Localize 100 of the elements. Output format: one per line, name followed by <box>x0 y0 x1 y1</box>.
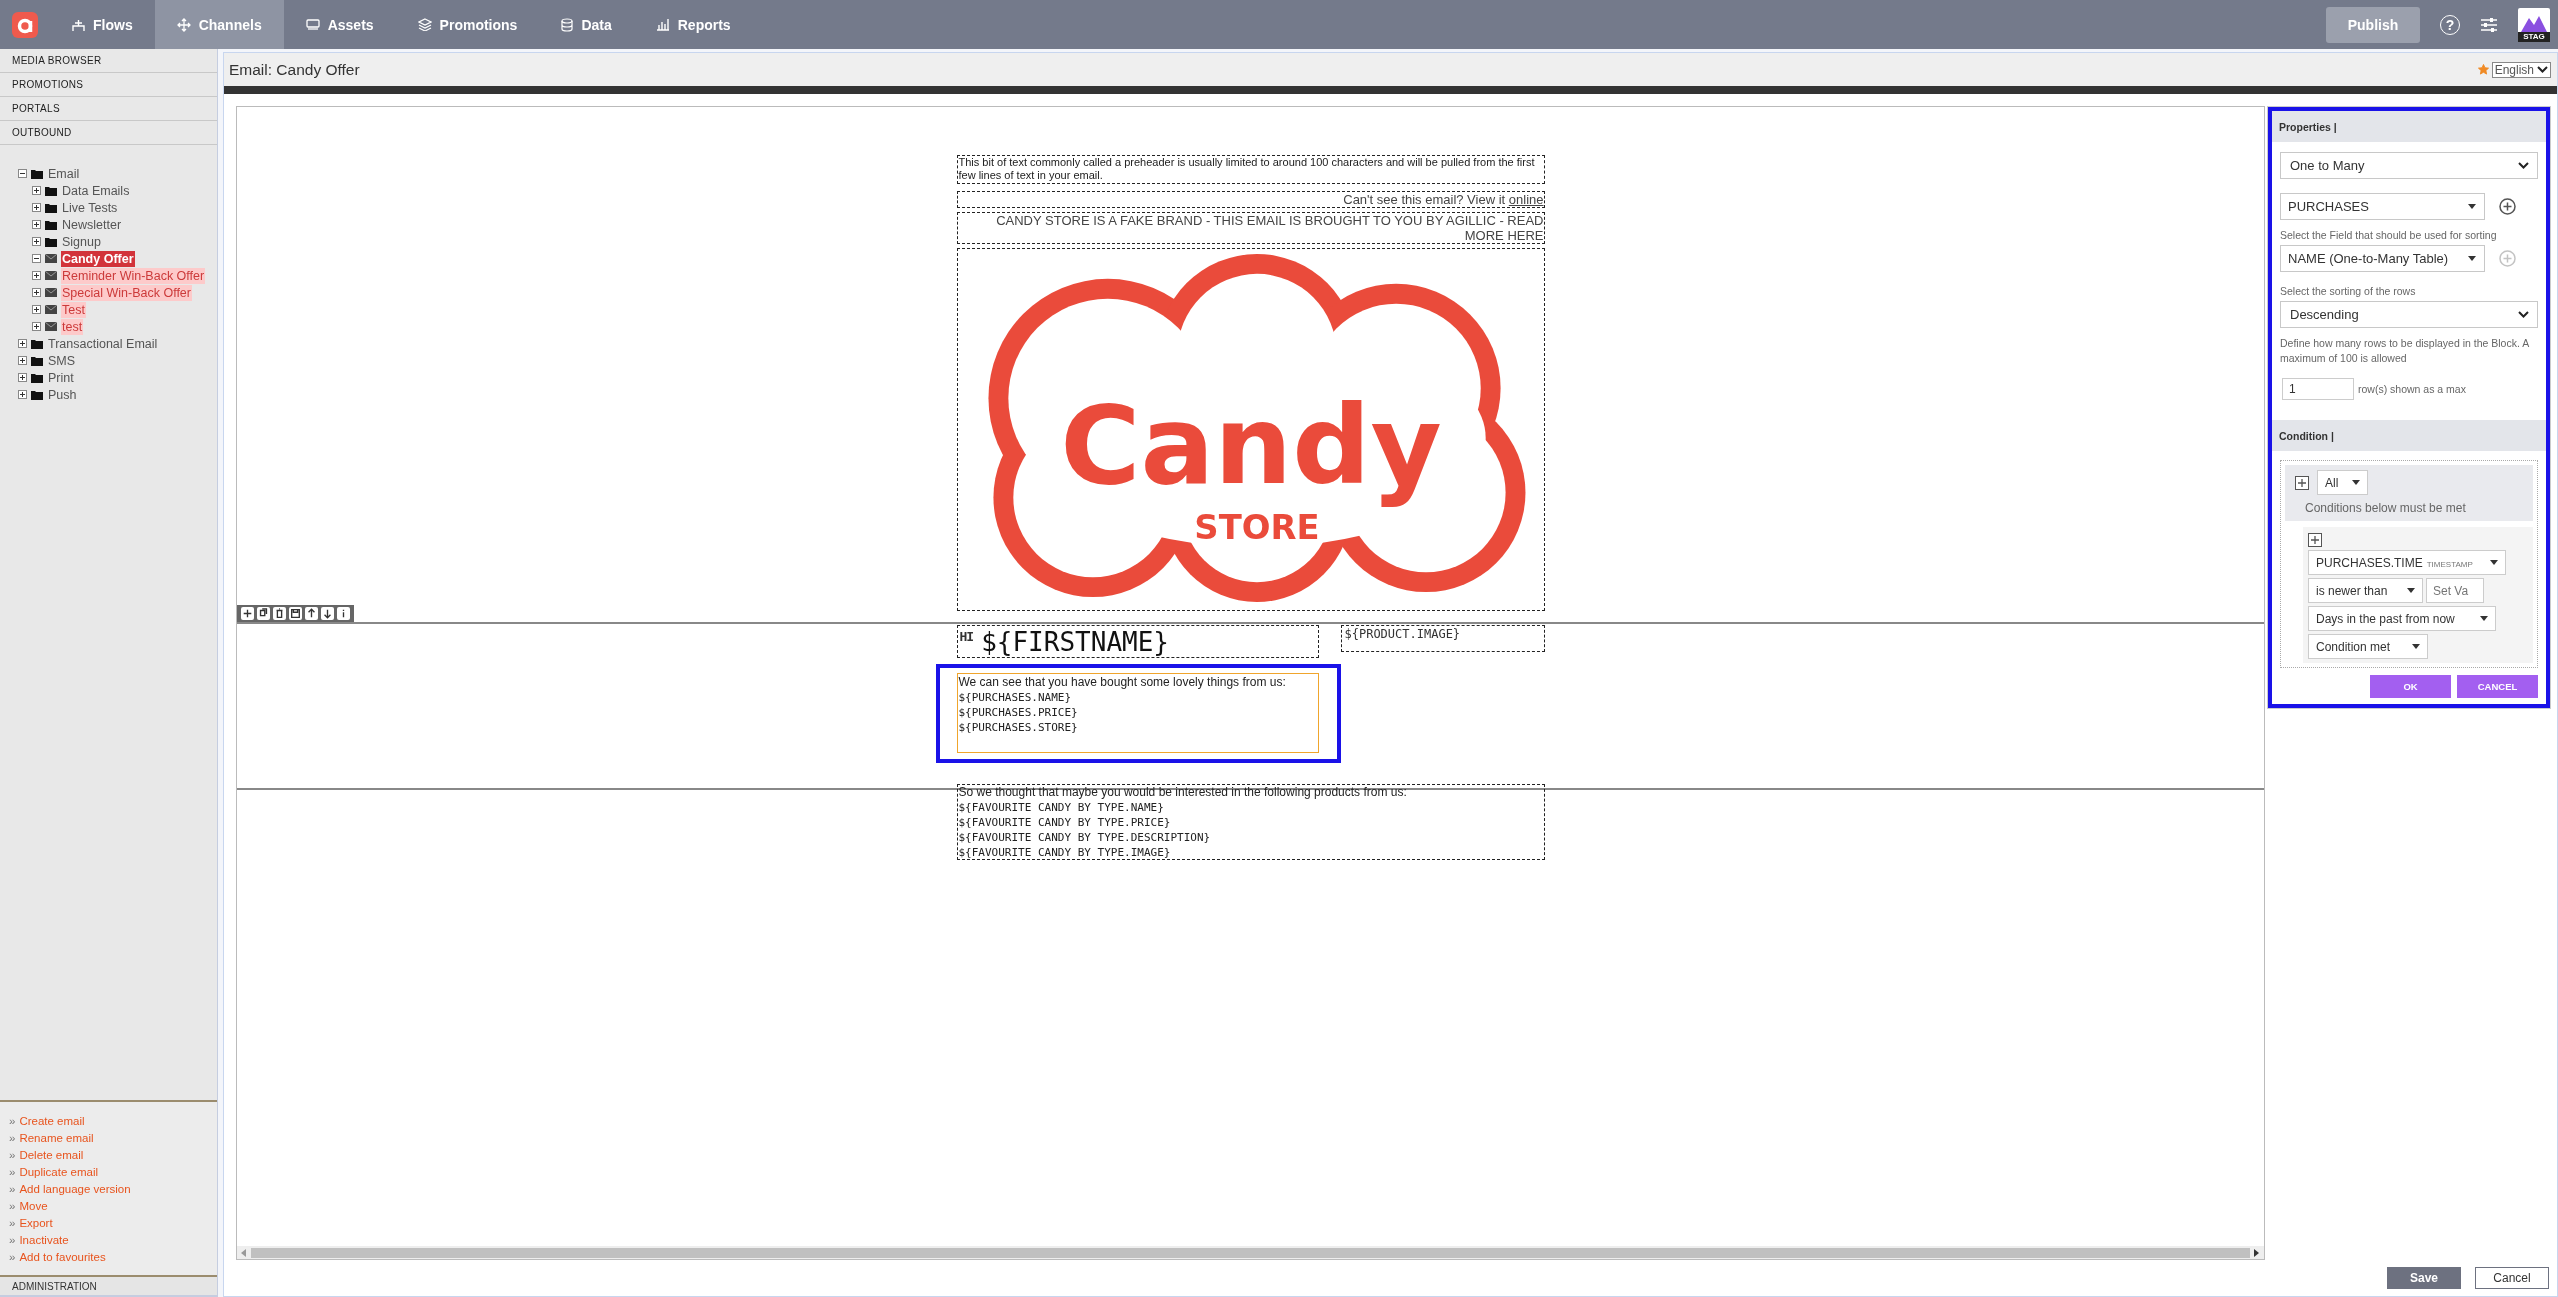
match-select[interactable]: All <box>2317 470 2369 495</box>
tree-item[interactable]: Special Win-Back Offer <box>61 284 192 301</box>
sort-order-select[interactable]: Descending <box>2280 301 2538 328</box>
tree-item[interactable]: Test <box>61 301 86 318</box>
folder-icon <box>45 185 57 196</box>
sidebar-section[interactable]: PROMOTIONS <box>0 73 217 97</box>
nav-tab[interactable]: Promotions <box>395 0 540 49</box>
collapse-icon[interactable] <box>18 169 27 178</box>
cancel-button[interactable]: CANCEL <box>2457 675 2538 698</box>
tree-item[interactable]: Data Emails <box>61 182 131 199</box>
stack-icon <box>305 18 320 31</box>
add-condition-icon[interactable] <box>2308 533 2322 547</box>
rows-input[interactable]: 1 <box>2282 378 2354 400</box>
ok-button[interactable]: OK <box>2370 675 2451 698</box>
sidebar-section[interactable]: MEDIA BROWSER <box>0 49 217 73</box>
expand-icon[interactable] <box>32 237 41 246</box>
expand-icon[interactable] <box>32 271 41 280</box>
scroll-right-icon[interactable] <box>2254 1248 2260 1257</box>
folder-icon <box>45 219 57 230</box>
info-icon[interactable] <box>337 607 350 620</box>
nav-tab[interactable]: Flows <box>50 0 155 49</box>
field-select[interactable]: PURCHASES.TIME TIMESTAMP <box>2308 550 2506 575</box>
envelope-icon <box>45 322 57 331</box>
collapse-icon[interactable] <box>32 254 41 263</box>
caret-icon <box>2490 560 2498 565</box>
language-select[interactable]: English <box>2491 61 2551 78</box>
arrow-up-icon[interactable] <box>305 607 318 620</box>
arrow-down-icon[interactable] <box>321 607 334 620</box>
expand-icon[interactable] <box>18 356 27 365</box>
merge-field: ${FAVOURITE CANDY BY TYPE.DESCRIPTION} <box>958 830 1543 845</box>
action-link[interactable]: Export <box>19 1216 53 1229</box>
online-link[interactable]: online <box>1508 192 1544 207</box>
save-icon[interactable] <box>289 607 302 620</box>
tree-item[interactable]: Signup <box>61 233 102 250</box>
expand-icon[interactable] <box>32 322 41 331</box>
relation-select[interactable]: One to Many <box>2280 152 2538 179</box>
action-link[interactable]: Delete email <box>19 1148 84 1161</box>
unit-select[interactable]: Days in the past from now <box>2308 606 2496 631</box>
expand-icon[interactable] <box>18 339 27 348</box>
expand-icon[interactable] <box>32 220 41 229</box>
sidebar-section[interactable]: ADMINISTRATION <box>0 1275 217 1297</box>
action-link[interactable]: Duplicate email <box>19 1165 99 1178</box>
result-select[interactable]: Condition met <box>2308 634 2428 659</box>
tree-item[interactable]: Reminder Win-Back Offer <box>61 267 206 284</box>
expand-icon[interactable] <box>32 288 41 297</box>
tree-item[interactable]: Newsletter <box>61 216 123 233</box>
tree-item[interactable]: Transactional Email <box>47 335 159 352</box>
tree-item[interactable]: Live Tests <box>61 199 119 216</box>
nav-tab[interactable]: Assets <box>283 0 396 49</box>
chevron-icon <box>2518 162 2529 169</box>
bullet-marker: » <box>9 1199 16 1212</box>
text-block[interactable]: We can see that you have bought some lovely things from us: ${PURCHASES.NAME} ${PURCHASES.PRICE} ${PURCHASES.STORE} <box>956 673 1319 753</box>
environment-badge[interactable]: STAG <box>2518 7 2550 42</box>
save-button[interactable]: Save <box>2387 1267 2461 1289</box>
cancel-button[interactable]: Cancel <box>2475 1267 2549 1289</box>
scrollbar[interactable] <box>237 1246 2264 1259</box>
bullet-marker: » <box>9 1148 16 1161</box>
star-icon[interactable] <box>2477 64 2489 75</box>
section-header: Condition | <box>2272 420 2546 451</box>
bullet-marker: » <box>9 1233 16 1246</box>
value-input[interactable]: Set Va <box>2426 578 2484 603</box>
table-select[interactable]: PURCHASES <box>2280 193 2485 220</box>
tree-item[interactable]: Push <box>47 386 78 403</box>
operator-select[interactable]: is newer than <box>2308 578 2423 603</box>
folder-icon <box>45 236 57 247</box>
hint-text: Select the sorting of the rows <box>2280 284 2417 299</box>
action-link[interactable]: Add language version <box>19 1182 131 1195</box>
merge-field: ${FAVOURITE CANDY BY TYPE.IMAGE} <box>958 845 1543 860</box>
action-link[interactable]: Inactivate <box>19 1233 69 1246</box>
expand-icon[interactable] <box>18 390 27 399</box>
trash-icon[interactable] <box>273 607 286 620</box>
sidebar-section[interactable]: OUTBOUND <box>0 121 217 145</box>
add-icon[interactable] <box>2499 198 2516 215</box>
caret-icon <box>2468 204 2476 209</box>
expand-icon[interactable] <box>32 203 41 212</box>
tree-item[interactable]: Candy Offer <box>61 250 135 267</box>
action-link[interactable]: Create email <box>19 1114 85 1127</box>
nav-tab[interactable]: Data <box>539 0 634 49</box>
sidebar-section[interactable]: PORTALS <box>0 97 217 121</box>
envelope-icon <box>45 271 57 280</box>
expand-icon[interactable] <box>18 373 27 382</box>
copy-icon[interactable] <box>257 607 270 620</box>
expand-icon[interactable] <box>32 305 41 314</box>
action-link[interactable]: Move <box>19 1199 48 1212</box>
action-link[interactable]: Add to favourites <box>19 1250 106 1263</box>
sort-field-select[interactable]: NAME (One-to-Many Table) <box>2280 245 2485 272</box>
expand-icon[interactable] <box>32 186 41 195</box>
add-icon[interactable] <box>241 607 254 620</box>
tree-item[interactable]: test <box>61 318 84 335</box>
tree-item[interactable]: SMS <box>47 352 77 369</box>
add-condition-icon[interactable] <box>2295 475 2309 490</box>
nav-tab[interactable]: Reports <box>633 0 753 49</box>
tree-item[interactable]: Email <box>47 165 81 182</box>
settings-icon[interactable] <box>2480 16 2498 33</box>
hint-text: Define how many rows to be displayed in the Block. A maximum of 100 is allowed <box>2280 336 2530 366</box>
tree-item[interactable]: Print <box>47 369 75 386</box>
action-link[interactable]: Rename email <box>19 1131 94 1144</box>
flow-icon <box>72 18 85 31</box>
logo-icon[interactable] <box>12 11 38 38</box>
bullet-marker: » <box>9 1131 16 1144</box>
